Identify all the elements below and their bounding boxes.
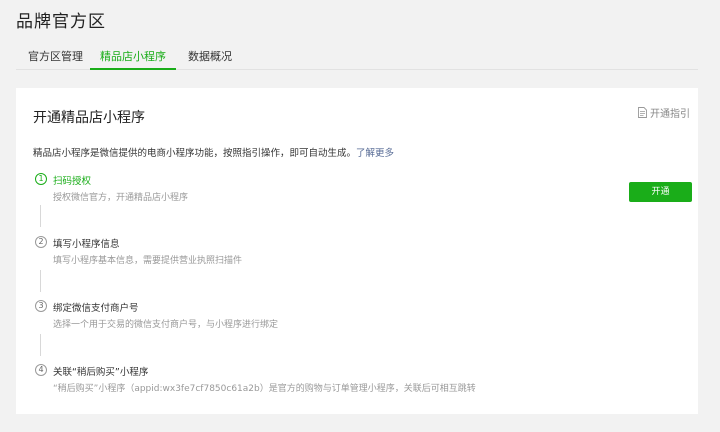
card-title: 开通精品店小程序 bbox=[33, 110, 145, 126]
step-number: 3 bbox=[35, 300, 47, 312]
learn-more-link[interactable]: 了解更多 bbox=[356, 148, 394, 159]
tab-boutique-mini-program[interactable]: 精品店小程序 bbox=[90, 48, 176, 70]
step-subtitle: 授权微信官方，开通精品店小程序 bbox=[53, 193, 189, 203]
step-connector bbox=[40, 334, 41, 356]
document-icon bbox=[638, 107, 647, 118]
tab-data-overview[interactable]: 数据概况 bbox=[188, 48, 232, 64]
step-connector bbox=[40, 205, 41, 227]
card-description: 精品店小程序是微信提供的电商小程序功能，按照指引操作，即可自动生成。了解更多 bbox=[33, 145, 394, 159]
description-text: 精品店小程序是微信提供的电商小程序功能，按照指引操作，即可自动生成。 bbox=[33, 148, 357, 159]
tab-official-area-management[interactable]: 官方区管理 bbox=[28, 48, 83, 64]
main-card: 开通精品店小程序 开通指引 精品店小程序是微信提供的电商小程序功能，按照指引操作… bbox=[16, 88, 698, 414]
step-title: 扫码授权 bbox=[53, 176, 92, 187]
step-number: 4 bbox=[35, 364, 47, 376]
tab-bar: 官方区管理 精品店小程序 数据概况 bbox=[16, 40, 698, 70]
guide-link-label: 开通指引 bbox=[650, 109, 690, 120]
step-subtitle: 选择一个用于交易的微信支付商户号，与小程序进行绑定 bbox=[53, 320, 279, 330]
step-connector bbox=[40, 270, 41, 292]
step-subtitle: 填写小程序基本信息，需要提供营业执照扫描件 bbox=[53, 256, 243, 266]
step-title: 绑定微信支付商户号 bbox=[53, 303, 139, 314]
guide-link[interactable]: 开通指引 bbox=[638, 105, 690, 120]
step-title: 关联“稍后购买”小程序 bbox=[53, 367, 149, 378]
open-button[interactable]: 开通 bbox=[629, 182, 692, 202]
step-subtitle: “稍后购买”小程序（appid:wx3fe7cf7850c61a2b）是官方的购… bbox=[53, 384, 476, 394]
step-number: 2 bbox=[35, 236, 47, 248]
step-number: 1 bbox=[35, 173, 47, 185]
page-title: 品牌官方区 bbox=[16, 12, 106, 32]
step-title: 填写小程序信息 bbox=[53, 239, 120, 250]
